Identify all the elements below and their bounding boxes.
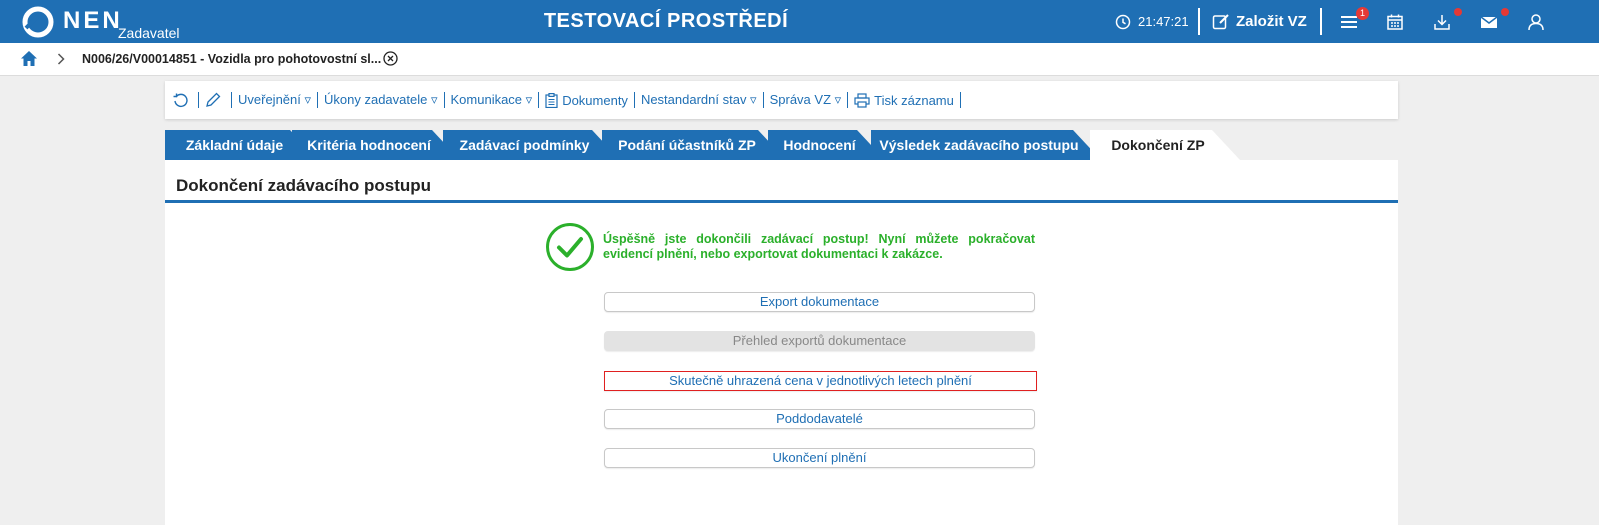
top-bar: NEN Zadavatel TESTOVACÍ PROSTŘEDÍ 21:47:… xyxy=(0,0,1599,43)
menu-dokumenty-label: Dokumenty xyxy=(562,92,628,108)
tab-podani-ucastniku[interactable]: Podání účastníků ZP xyxy=(602,130,786,160)
notification-badge: 1 xyxy=(1356,7,1369,20)
skutecne-uhrazena-cena-button[interactable]: Skutečně uhrazená cena v jednotlivých le… xyxy=(604,371,1037,391)
page-title: Dokončení zadávacího postupu xyxy=(176,176,432,195)
menu-dokumenty[interactable]: Dokumenty xyxy=(539,92,635,108)
clock-time: 21:47:21 xyxy=(1138,14,1189,29)
download-icon xyxy=(1434,14,1450,30)
printer-icon xyxy=(854,92,870,108)
action-toolbar: Uveřejnění ▿ Úkony zadavatele ▿ Komunika… xyxy=(165,81,1398,119)
tab-hodnoceni[interactable]: Hodnocení xyxy=(768,130,885,160)
create-vz-label: Založit VZ xyxy=(1236,13,1307,30)
edit-button[interactable] xyxy=(199,92,232,108)
tab-bar: Základní údaje Kritéria hodnocení Zadáva… xyxy=(165,130,1398,160)
export-dokumentace-button[interactable]: Export dokumentace xyxy=(604,292,1035,312)
user-icon xyxy=(1528,13,1544,30)
ukonceni-plneni-button[interactable]: Ukončení plnění xyxy=(604,448,1035,468)
success-check-icon xyxy=(546,223,594,271)
menu-nestandardni-stav[interactable]: Nestandardní stav ▿ xyxy=(635,92,764,108)
create-vz-button[interactable]: Založit VZ xyxy=(1212,0,1307,43)
menu-sprava-vz[interactable]: Správa VZ ▿ xyxy=(764,92,849,108)
breadcrumb: N006/26/V00014851 - Vozidla pro pohotovo… xyxy=(0,43,1599,76)
tab-zadavaci-podminky[interactable]: Zadávací podmínky xyxy=(443,130,620,160)
download-button[interactable] xyxy=(1433,0,1451,43)
menu-uverejneni[interactable]: Uveřejnění ▿ xyxy=(232,92,319,108)
user-button[interactable] xyxy=(1527,0,1545,43)
title-divider xyxy=(165,200,1398,203)
clock-icon xyxy=(1115,14,1131,29)
calendar-button[interactable] xyxy=(1386,0,1404,43)
tab-dokonceni-zp[interactable]: Dokončení ZP xyxy=(1090,130,1240,160)
home-icon[interactable] xyxy=(20,50,38,67)
tab-vysledek-zadavaciho-postupu[interactable]: Výsledek zadávacího postupu xyxy=(871,130,1101,160)
clipboard-icon xyxy=(545,92,558,108)
close-circle-icon[interactable] xyxy=(383,51,398,66)
divider xyxy=(1198,8,1200,35)
clock: 21:47:21 xyxy=(1115,0,1189,43)
chevron-right-icon xyxy=(57,53,65,65)
mail-alert-dot xyxy=(1501,8,1509,16)
menu-komunikace[interactable]: Komunikace ▿ xyxy=(445,92,540,108)
poddodavatele-button[interactable]: Poddodavatelé xyxy=(604,409,1035,429)
mail-icon xyxy=(1480,15,1498,28)
messages-button[interactable] xyxy=(1480,0,1498,43)
divider xyxy=(1320,8,1322,35)
success-message: Úspěšně jste dokončili zadávací postup! … xyxy=(603,232,1035,261)
refresh-icon xyxy=(173,93,188,107)
menu-ukony-zadavatele[interactable]: Úkony zadavatele ▿ xyxy=(318,92,445,108)
calendar-icon xyxy=(1387,14,1403,30)
edit-icon xyxy=(1212,13,1229,29)
download-alert-dot xyxy=(1454,8,1462,16)
menu-button[interactable] xyxy=(1340,0,1358,43)
tab-kriteria-hodnoceni[interactable]: Kritéria hodnocení xyxy=(292,130,460,160)
menu-tisk-label: Tisk záznamu xyxy=(874,92,954,108)
refresh-button[interactable] xyxy=(165,92,199,108)
content-panel: Dokončení zadávacího postupu Úspěšně jst… xyxy=(165,160,1398,525)
menu-tisk-zaznamu[interactable]: Tisk záznamu xyxy=(848,92,961,108)
breadcrumb-title[interactable]: N006/26/V00014851 - Vozidla pro pohotovo… xyxy=(82,52,381,66)
prehled-exportu-button[interactable]: Přehled exportů dokumentace xyxy=(604,331,1035,351)
pencil-icon xyxy=(206,92,221,107)
hamburger-menu-icon xyxy=(1341,15,1357,28)
